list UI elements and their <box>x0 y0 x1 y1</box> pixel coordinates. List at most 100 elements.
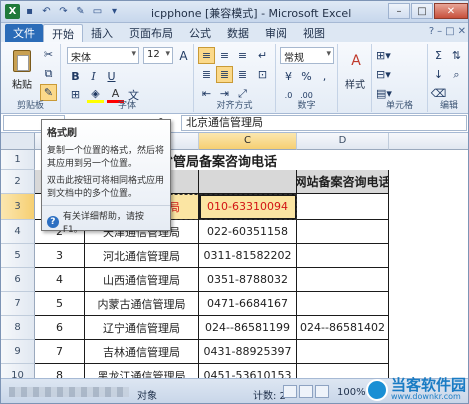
table-cell-phone[interactable]: 0431-88925397 <box>199 340 297 364</box>
column-header-c[interactable]: C <box>199 133 297 150</box>
table-cell-index[interactable]: 5 <box>35 292 85 316</box>
align-top-icon[interactable]: ≡ <box>198 47 215 64</box>
comma-button[interactable]: , <box>316 68 333 85</box>
percent-button[interactable]: % <box>298 68 315 85</box>
tab-file[interactable]: 文件 <box>5 24 43 42</box>
customize-icon[interactable]: ▾ <box>107 4 122 19</box>
formula-input[interactable]: 北京通信管理局 <box>181 115 467 131</box>
align-middle-icon[interactable]: ≡ <box>216 47 233 64</box>
table-cell-index[interactable]: 3 <box>35 244 85 268</box>
bold-button[interactable]: B <box>67 68 84 85</box>
row-header[interactable]: 3 <box>1 194 35 220</box>
row-header[interactable]: 1 <box>1 150 35 170</box>
column-header-d[interactable]: D <box>297 133 389 150</box>
table-cell-website-phone[interactable] <box>297 268 389 292</box>
row-header[interactable]: 7 <box>1 292 35 316</box>
table-cell-bureau[interactable]: 黑龙江通信管理局 <box>85 364 199 378</box>
wrap-text-icon[interactable]: ↵ <box>254 47 271 64</box>
undo-icon[interactable]: ↶ <box>39 4 54 19</box>
table-cell-website-phone[interactable] <box>297 244 389 268</box>
column-header-e[interactable] <box>389 133 468 150</box>
table-cell-phone[interactable]: 0351-8788032 <box>199 268 297 292</box>
merge-center-icon[interactable]: ⊡ <box>254 66 271 83</box>
table-header-website-phone[interactable]: 网站备案咨询电话 <box>297 170 389 194</box>
tab-review[interactable]: 审阅 <box>257 24 295 42</box>
underline-button[interactable]: U <box>103 68 120 85</box>
italic-button[interactable]: I <box>85 68 102 85</box>
paste-button[interactable]: 粘贴 <box>7 48 37 92</box>
table-cell-index[interactable]: 8 <box>35 364 85 378</box>
row-header[interactable]: 6 <box>1 268 35 292</box>
tab-home[interactable]: 开始 <box>43 24 83 42</box>
table-cell-index[interactable]: 6 <box>35 316 85 340</box>
tab-page-layout[interactable]: 页面布局 <box>121 24 181 42</box>
align-left-icon[interactable]: ≣ <box>198 66 215 83</box>
help-icon[interactable]: ? <box>429 26 434 37</box>
delete-cells-icon[interactable]: ⊟▾ <box>376 66 424 83</box>
table-cell-index[interactable]: 4 <box>35 268 85 292</box>
table-cell-phone[interactable]: 0451-53610153 <box>199 364 297 378</box>
close-button[interactable]: ✕ <box>434 3 468 19</box>
styles-icon[interactable]: A <box>346 50 366 72</box>
page-layout-view-icon[interactable] <box>299 385 313 398</box>
tab-data[interactable]: 数据 <box>219 24 257 42</box>
styles-button-label[interactable]: 样式 <box>340 76 370 91</box>
autosum-icon[interactable]: Σ <box>430 47 447 64</box>
insert-cells-icon[interactable]: ⊞▾ <box>376 47 424 64</box>
normal-view-icon[interactable] <box>283 385 297 398</box>
redo-icon[interactable]: ↷ <box>56 4 71 19</box>
table-cell-website-phone[interactable] <box>297 220 389 244</box>
row-header[interactable]: 8 <box>1 316 35 340</box>
select-all-corner[interactable] <box>1 133 35 150</box>
table-cell-website-phone[interactable]: 024--86581402 <box>297 316 389 340</box>
currency-icon[interactable]: ¥ <box>280 68 297 85</box>
sort-filter-icon[interactable]: ⇅ <box>448 47 465 64</box>
table-cell-phone[interactable]: 024--86581199 <box>199 316 297 340</box>
row-header[interactable]: 5 <box>1 244 35 268</box>
row-header[interactable]: 10 <box>1 364 35 378</box>
table-cell-website-phone[interactable] <box>297 292 389 316</box>
font-name-select[interactable]: 宋体 <box>67 47 139 64</box>
table-cell-website-phone[interactable] <box>297 364 389 378</box>
row-header[interactable]: 9 <box>1 340 35 364</box>
ribbon-restore-icon[interactable]: □ <box>445 26 454 37</box>
row-header[interactable]: 4 <box>1 220 35 244</box>
page-break-view-icon[interactable] <box>315 385 329 398</box>
ribbon-close-icon[interactable]: ✕ <box>458 26 466 37</box>
open-folder-icon[interactable]: ▭ <box>90 4 105 19</box>
zoom-level[interactable]: 100% <box>337 387 366 398</box>
table-cell-bureau[interactable]: 吉林通信管理局 <box>85 340 199 364</box>
table-cell-phone[interactable]: 0471-6684167 <box>199 292 297 316</box>
maximize-button[interactable]: □ <box>411 3 433 19</box>
table-cell-phone[interactable]: 0311-81582202 <box>199 244 297 268</box>
find-select-icon[interactable]: ⌕ <box>448 66 465 83</box>
font-size-select[interactable]: 12 <box>143 47 173 64</box>
tab-view[interactable]: 视图 <box>295 24 333 42</box>
align-bottom-icon[interactable]: ≡ <box>234 47 251 64</box>
grow-font-button[interactable]: A <box>175 47 192 64</box>
row-header[interactable]: 2 <box>1 170 35 194</box>
table-cell-phone-selected[interactable]: 010-63310094 <box>199 194 297 220</box>
table-cell-bureau[interactable]: 内蒙古通信管理局 <box>85 292 199 316</box>
table-cell-phone[interactable]: 022-60351158 <box>199 220 297 244</box>
minimize-button[interactable]: – <box>388 3 410 19</box>
table-cell-bureau[interactable]: 河北通信管理局 <box>85 244 199 268</box>
table-cell-bureau[interactable]: 辽宁通信管理局 <box>85 316 199 340</box>
table-cell-website-phone[interactable] <box>297 340 389 364</box>
table-cell-bureau[interactable]: 山西通信管理局 <box>85 268 199 292</box>
table-cell-index[interactable]: 7 <box>35 340 85 364</box>
align-center-icon[interactable]: ≣ <box>216 66 233 83</box>
copy-icon[interactable]: ⧉ <box>40 65 57 82</box>
excel-app-icon[interactable]: X <box>5 4 20 19</box>
tab-insert[interactable]: 插入 <box>83 24 121 42</box>
save-icon[interactable]: ▪ <box>22 4 37 19</box>
align-right-icon[interactable]: ≣ <box>234 66 251 83</box>
cut-icon[interactable]: ✂ <box>40 46 57 63</box>
table-header-cell[interactable] <box>199 170 297 194</box>
table-cell-website-phone[interactable] <box>297 194 389 220</box>
number-format-select[interactable]: 常规 <box>280 47 334 64</box>
fill-icon[interactable]: ↓ <box>430 66 447 83</box>
format-painter-icon[interactable]: ✎ <box>73 4 88 19</box>
tab-formulas[interactable]: 公式 <box>181 24 219 42</box>
ribbon-minimize-icon[interactable]: – <box>437 26 442 37</box>
